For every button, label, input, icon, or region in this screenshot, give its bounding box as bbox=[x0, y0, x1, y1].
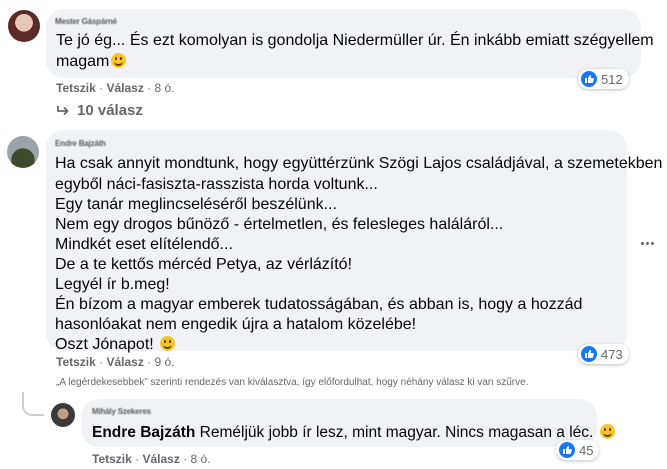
view-replies-link[interactable]: 10 válasz bbox=[56, 102, 143, 119]
reply-button[interactable]: Válasz bbox=[106, 81, 143, 95]
smiley-emoji-icon bbox=[599, 424, 615, 439]
comment-text-line: hasonlóakat nem engedik újra a hatalom k… bbox=[55, 316, 417, 333]
like-icon bbox=[559, 442, 575, 458]
reply-author-name[interactable]: Mihály Szekeres bbox=[92, 407, 151, 416]
reply-text: Endre Bajzáth Reméljük jobb ír lesz, min… bbox=[92, 423, 615, 444]
like-icon bbox=[581, 71, 597, 87]
reply-arrow-icon bbox=[57, 105, 69, 115]
reaction-count[interactable]: 512 bbox=[578, 69, 629, 89]
like-button[interactable]: Tetszik bbox=[92, 452, 132, 466]
comment-text-line: egyből náci-fasiszta-rasszista horda vol… bbox=[55, 176, 378, 193]
reply-actions: Tetszik · Válasz · 8 ó. bbox=[92, 452, 211, 466]
comment-actions: Tetszik · Válasz · 8 ó. bbox=[56, 81, 175, 95]
reply-button[interactable]: Válasz bbox=[106, 355, 143, 369]
comment-actions: Tetszik · Válasz · 9 ó. bbox=[56, 355, 175, 369]
comment-author-name[interactable]: Endre Bajzáth bbox=[55, 139, 106, 148]
comment-text-line: De a te kettős mércéd Petya, az vérlázít… bbox=[55, 256, 353, 273]
reaction-count[interactable]: 45 bbox=[556, 440, 600, 460]
like-button[interactable]: Tetszik bbox=[56, 81, 96, 95]
comment-text-line: Én bízom a magyar emberek tudatosságában… bbox=[55, 296, 583, 313]
comment-text-line: Legyél ír b.meg! bbox=[55, 276, 170, 293]
comment-text-line: Ha csak annyit mondtunk, hogy együttérzü… bbox=[55, 155, 663, 172]
comment-author-avatar[interactable] bbox=[7, 136, 39, 168]
thread-connector bbox=[22, 392, 44, 416]
like-icon bbox=[581, 346, 597, 362]
timestamp[interactable]: 9 ó. bbox=[155, 355, 175, 369]
comment-text-line: magam bbox=[56, 52, 127, 73]
comment-text-line: Mindkét eset elítélendő... bbox=[55, 236, 233, 253]
comment-author-avatar[interactable] bbox=[8, 10, 40, 42]
reply-button[interactable]: Válasz bbox=[142, 452, 179, 466]
reaction-count[interactable]: 473 bbox=[578, 344, 629, 364]
filter-notice: „A legérdekesebbek” szerinti rendezés va… bbox=[56, 377, 529, 388]
like-button[interactable]: Tetszik bbox=[56, 355, 96, 369]
timestamp[interactable]: 8 ó. bbox=[155, 81, 175, 95]
mention-link[interactable]: Endre Bajzáth bbox=[92, 424, 195, 441]
reply-author-avatar[interactable] bbox=[51, 403, 75, 427]
comment-text-line: Oszt Jónapot! bbox=[55, 335, 176, 356]
comment-text-line: Te jó ég... És ezt komolyan is gondolja … bbox=[56, 32, 654, 49]
comment-author-name[interactable]: Mester Gáspárné bbox=[55, 17, 117, 26]
smiley-emoji-icon bbox=[111, 53, 127, 68]
comment-text-line: Egy tanár meglincseléséről beszélünk... bbox=[55, 196, 337, 213]
more-horizontal-icon[interactable] bbox=[638, 234, 656, 252]
smiley-emoji-icon bbox=[160, 336, 176, 351]
comment-text-line: Nem egy drogos bűnöző - értelmetlen, és … bbox=[55, 216, 504, 233]
timestamp[interactable]: 8 ó. bbox=[191, 452, 211, 466]
